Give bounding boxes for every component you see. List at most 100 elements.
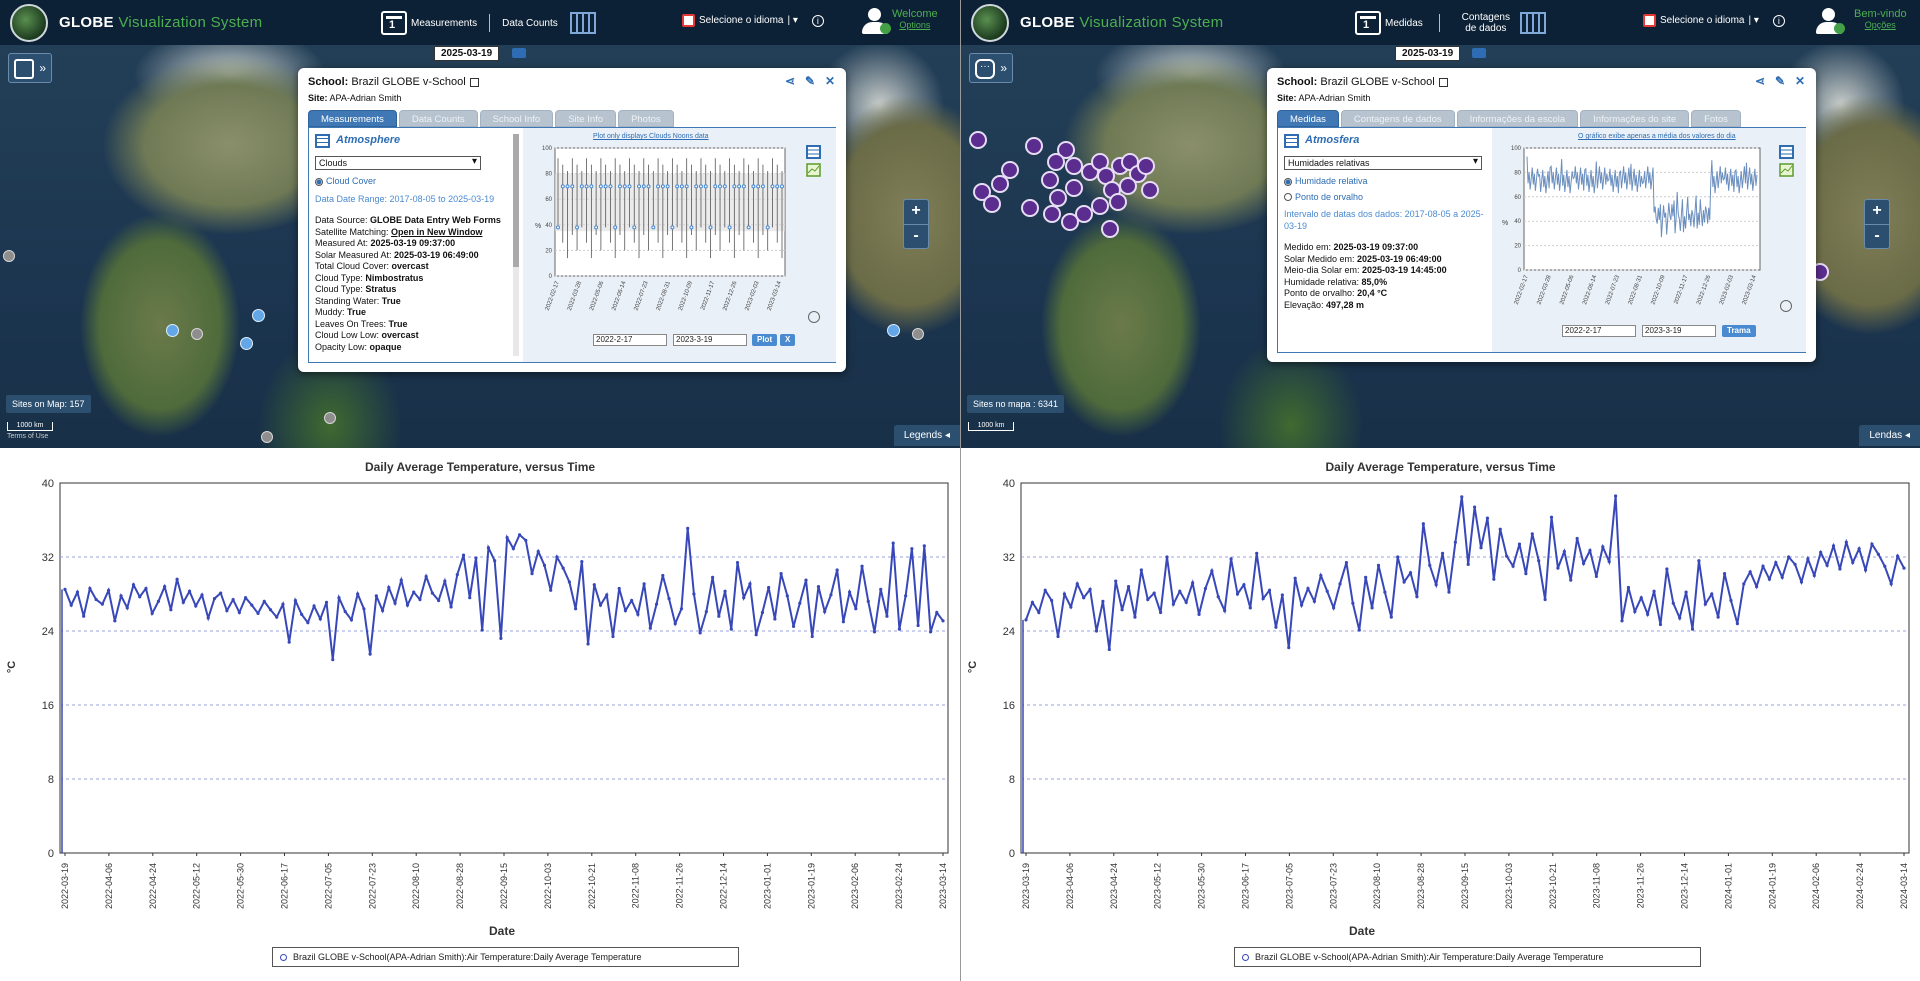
data-point[interactable] [1287,646,1291,650]
data-point[interactable] [1793,562,1797,566]
data-point[interactable] [1447,590,1451,594]
data-point[interactable] [331,658,335,662]
data-point[interactable] [1774,560,1778,565]
data-point[interactable] [1697,559,1701,563]
info-icon[interactable]: i [1772,14,1785,27]
data-point[interactable] [1716,615,1720,619]
data-point[interactable] [1107,647,1111,652]
data-point[interactable] [1671,601,1675,605]
data-point[interactable] [1863,568,1868,572]
data-point[interactable] [636,612,640,616]
data-point[interactable] [885,614,889,618]
data-point[interactable] [1646,612,1650,616]
data-point[interactable] [106,588,111,592]
data-point[interactable] [623,609,628,613]
data-point[interactable] [1261,597,1265,601]
data-point[interactable] [1248,606,1252,610]
data-point[interactable] [536,549,540,554]
data-point[interactable] [922,544,926,548]
data-point[interactable] [1761,564,1765,568]
data-point[interactable] [1082,596,1086,600]
data-point[interactable] [810,634,814,639]
data-point[interactable] [1498,527,1502,531]
data-point[interactable] [156,599,161,603]
data-point[interactable] [1639,596,1643,600]
map-marker[interactable] [1137,157,1155,175]
data-point[interactable] [1037,610,1041,615]
map-marker[interactable] [1109,193,1127,211]
data-point[interactable] [555,555,559,559]
data-point[interactable] [1223,609,1227,613]
data-point[interactable] [791,624,796,628]
data-point[interactable] [437,598,441,603]
data-point[interactable] [630,598,634,603]
data-point[interactable] [767,585,771,590]
data-point[interactable] [549,588,553,592]
data-point[interactable] [835,568,839,572]
chart-plot[interactable]: 40 32 24 16 8 0 2023-03-19 2023-04-06 2023-04-24… [961,448,1920,981]
data-point[interactable] [1812,573,1816,578]
data-point[interactable] [916,623,920,628]
globe-logo[interactable] [10,4,48,42]
data-point[interactable] [1517,542,1522,546]
data-point[interactable] [742,596,746,600]
data-point[interactable] [405,603,410,607]
data-point[interactable] [511,547,515,551]
data-point[interactable] [1703,602,1707,606]
data-point[interactable] [760,610,765,615]
data-point[interactable] [1402,580,1406,584]
data-point[interactable] [175,577,179,581]
map-marker[interactable] [1141,181,1159,199]
data-point[interactable] [517,533,522,537]
data-point[interactable] [1594,574,1598,579]
data-point[interactable] [1511,564,1515,568]
data-point[interactable] [287,640,291,644]
data-point[interactable] [1389,615,1393,619]
data-point[interactable] [854,607,858,611]
chart-legend[interactable]: Brazil GLOBE v-School(APA-Adrian Smith):… [272,947,739,967]
map-marker[interactable] [240,337,253,350]
map-view[interactable]: ···» 2025-03-19 + - Sites no mapa : 6341… [961,45,1920,448]
data-point[interactable] [1184,600,1188,604]
data-point[interactable] [735,560,740,565]
data-point[interactable] [1396,555,1400,559]
data-point[interactable] [586,642,590,646]
data-point[interactable] [212,597,217,601]
data-point[interactable] [1614,494,1618,498]
plot-note[interactable]: O gráfico exibe apenas a média dos valor… [1578,133,1736,140]
edit-icon[interactable]: ✎ [804,75,816,88]
data-point[interactable] [63,587,67,591]
data-point[interactable] [879,587,883,591]
share-icon[interactable]: ⋖ [784,75,796,88]
share-icon[interactable]: ⋖ [1754,75,1766,88]
zoom-out-button[interactable]: - [904,224,928,248]
user-icon[interactable] [862,8,891,34]
data-point[interactable] [150,611,154,616]
data-point[interactable] [798,601,802,605]
data-point[interactable] [138,595,142,599]
data-point[interactable] [306,621,310,625]
data-point[interactable] [1325,589,1329,593]
data-point[interactable] [841,620,845,624]
data-point[interactable] [461,553,466,557]
data-point[interactable] [1690,627,1695,631]
mini-plot[interactable]: 100 80 60 40 20 02022-02-17 2022-03-28 2022-05-… [1504,142,1770,322]
data-point[interactable] [1710,592,1714,596]
user-icon[interactable] [1816,8,1845,34]
data-point[interactable] [567,580,571,584]
data-point[interactable] [163,585,167,589]
data-point[interactable] [1626,585,1631,590]
from-date-input[interactable]: 2022-2-17 [1562,325,1636,337]
data-point[interactable] [100,602,104,606]
data-point[interactable] [324,600,329,604]
detail-value[interactable]: Open in New Window [391,227,482,237]
zoom-out-button[interactable]: - [1865,224,1889,248]
data-point[interactable] [1126,585,1131,589]
tab-data-counts[interactable]: Data Counts [398,110,478,127]
map-marker[interactable] [1043,205,1061,223]
data-point[interactable] [1485,516,1490,520]
data-point[interactable] [94,597,98,602]
data-point[interactable] [1524,572,1528,576]
data-point[interactable] [69,603,73,607]
data-point[interactable] [1754,585,1759,589]
